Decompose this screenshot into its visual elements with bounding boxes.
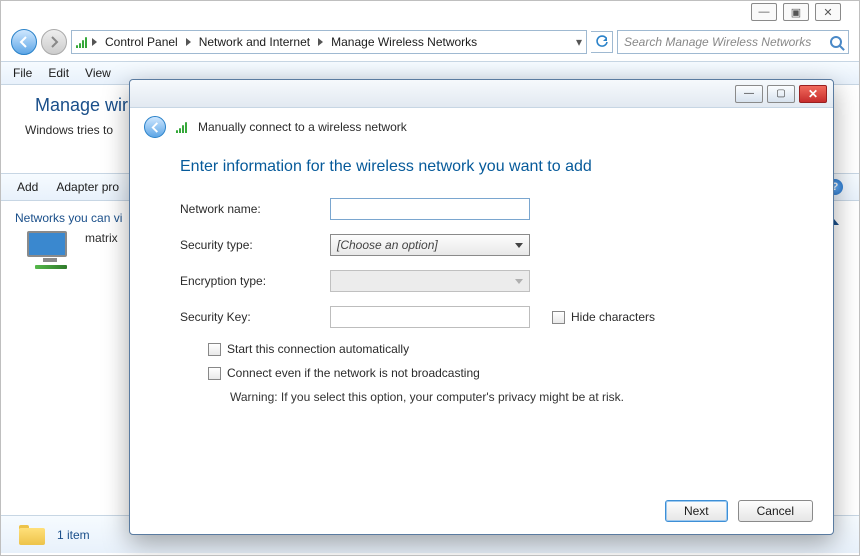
dialog-maximize-button[interactable]: ▢ — [767, 85, 795, 103]
page-title: Manage wir — [35, 95, 128, 116]
dialog-header-label: Manually connect to a wireless network — [198, 120, 407, 134]
wizard-dialog: — ▢ ✕ Manually connect to a wireless net… — [129, 79, 834, 535]
dialog-titlebar[interactable]: — ▢ ✕ — [130, 80, 833, 108]
auto-start-checkbox[interactable] — [208, 343, 221, 356]
maximize-button[interactable]: ▣ — [783, 3, 809, 21]
cmd-add[interactable]: Add — [17, 180, 38, 194]
chevron-right-icon — [318, 38, 323, 46]
address-bar[interactable]: Control Panel Network and Internet Manag… — [71, 30, 587, 54]
breadcrumb-segment[interactable]: Network and Internet — [195, 33, 314, 51]
breadcrumb-segment[interactable]: Manage Wireless Networks — [327, 33, 481, 51]
next-button[interactable]: Next — [665, 500, 728, 522]
hide-characters-checkbox[interactable] — [552, 311, 565, 324]
arrow-right-icon — [48, 36, 60, 48]
wizard-back-button[interactable] — [144, 116, 166, 138]
network-item[interactable]: matrix — [27, 231, 118, 267]
label-encryption-type: Encryption type: — [180, 274, 330, 288]
minimize-button[interactable]: — — [751, 3, 777, 21]
explorer-window: — ▣ ✕ Control Panel Network and Internet… — [0, 0, 860, 556]
menu-edit[interactable]: Edit — [48, 66, 69, 80]
close-button[interactable]: ✕ — [815, 3, 841, 21]
hide-characters-label: Hide characters — [571, 310, 655, 324]
nav-back-button[interactable] — [11, 29, 37, 55]
label-network-name: Network name: — [180, 202, 330, 216]
warning-text: Warning: If you select this option, your… — [230, 390, 783, 404]
network-icon — [27, 231, 73, 267]
label-security-type: Security type: — [180, 238, 330, 252]
chevron-down-icon — [515, 243, 523, 248]
label-security-key: Security Key: — [180, 310, 330, 324]
chevron-down-icon — [515, 279, 523, 284]
cancel-button[interactable]: Cancel — [738, 500, 813, 522]
folder-icon — [19, 525, 45, 545]
menu-view[interactable]: View — [85, 66, 111, 80]
nav-forward-button[interactable] — [41, 29, 67, 55]
signal-icon — [76, 36, 88, 48]
encryption-type-select — [330, 270, 530, 292]
networks-section-title: Networks you can vi — [15, 211, 122, 225]
refresh-button[interactable] — [591, 31, 613, 53]
arrow-left-icon — [18, 36, 30, 48]
nav-row: Control Panel Network and Internet Manag… — [11, 27, 849, 57]
connect-hidden-label: Connect even if the network is not broad… — [227, 366, 480, 380]
network-name-field[interactable] — [330, 198, 530, 220]
search-placeholder: Search Manage Wireless Networks — [624, 35, 811, 49]
status-text: 1 item — [57, 528, 90, 542]
chevron-right-icon — [186, 38, 191, 46]
security-type-value: [Choose an option] — [337, 238, 438, 252]
arrow-left-icon — [150, 122, 161, 133]
cmd-adapter-properties[interactable]: Adapter pro — [56, 180, 119, 194]
dialog-close-button[interactable]: ✕ — [799, 85, 827, 103]
window-controls: — ▣ ✕ — [751, 3, 841, 21]
signal-icon — [176, 121, 188, 133]
refresh-icon — [595, 35, 609, 49]
dialog-header: Manually connect to a wireless network — [130, 108, 833, 144]
menu-file[interactable]: File — [13, 66, 32, 80]
page-subtitle: Windows tries to — [25, 123, 113, 137]
auto-start-label: Start this connection automatically — [227, 342, 409, 356]
breadcrumb-segment[interactable]: Control Panel — [101, 33, 182, 51]
dialog-footer: Next Cancel — [665, 500, 813, 522]
search-icon — [830, 36, 842, 48]
search-input[interactable]: Search Manage Wireless Networks — [617, 30, 849, 54]
dialog-body: Enter information for the wireless netwo… — [130, 144, 833, 418]
dialog-heading: Enter information for the wireless netwo… — [180, 158, 783, 176]
network-item-label: matrix — [85, 231, 118, 245]
dialog-minimize-button[interactable]: — — [735, 85, 763, 103]
security-type-select[interactable]: [Choose an option] — [330, 234, 530, 256]
security-key-field[interactable] — [330, 306, 530, 328]
connect-hidden-checkbox[interactable] — [208, 367, 221, 380]
chevron-right-icon — [92, 38, 97, 46]
